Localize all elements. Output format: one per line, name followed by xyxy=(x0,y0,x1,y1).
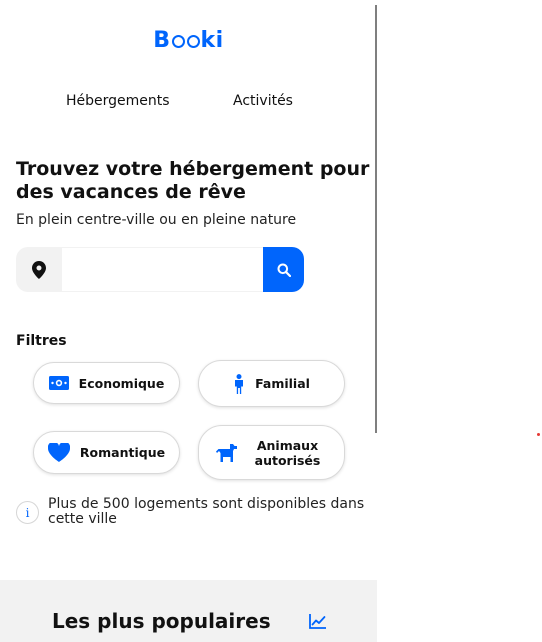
scrollbar[interactable] xyxy=(375,5,377,433)
money-icon xyxy=(48,376,69,390)
filters-title: Filtres xyxy=(16,333,67,349)
heart-icon xyxy=(47,443,70,462)
info-icon: i xyxy=(16,501,39,524)
filter-label: Romantique xyxy=(79,445,166,460)
filter-familial[interactable]: Familial xyxy=(198,360,345,407)
popular-section: Les plus populaires xyxy=(0,580,377,642)
filter-romantique[interactable]: Romantique xyxy=(33,431,180,474)
map-pin-icon xyxy=(32,260,46,279)
filter-animaux-autorises[interactable]: Animaux autorisés xyxy=(198,425,345,480)
logo-o-2 xyxy=(186,35,200,48)
popular-title: Les plus populaires xyxy=(52,609,271,633)
logo-part-ki: ki xyxy=(200,28,224,53)
filter-label: Economique xyxy=(78,375,165,391)
availability-text: Plus de 500 logements sont disponibles d… xyxy=(48,496,365,527)
logo-part-b: B xyxy=(153,28,171,53)
nav-hebergements[interactable]: Hébergements xyxy=(66,93,170,109)
person-icon xyxy=(235,373,244,394)
filter-label: Animaux autorisés xyxy=(254,437,321,468)
search-bar xyxy=(16,247,304,292)
location-icon-box xyxy=(16,247,62,292)
red-dot-marker xyxy=(537,433,540,436)
hero-title: Trouvez votre hébergement pour des vacan… xyxy=(16,158,370,203)
page: Bki Hébergements Activités Trouvez votre… xyxy=(0,0,377,642)
main-nav: Hébergements Activités xyxy=(0,93,377,113)
trend-chart-icon xyxy=(309,614,326,629)
booki-logo[interactable]: Bki xyxy=(0,28,377,53)
hero-subtitle: En plein centre-ville ou en pleine natur… xyxy=(16,212,297,228)
search-button[interactable] xyxy=(263,247,304,292)
search-input[interactable] xyxy=(62,247,263,292)
dog-icon xyxy=(215,443,237,462)
filter-economique[interactable]: Economique xyxy=(33,362,180,404)
nav-activites[interactable]: Activités xyxy=(233,93,293,109)
filter-label: Familial xyxy=(255,376,310,391)
logo-o-1 xyxy=(171,35,185,48)
search-icon xyxy=(277,263,291,277)
